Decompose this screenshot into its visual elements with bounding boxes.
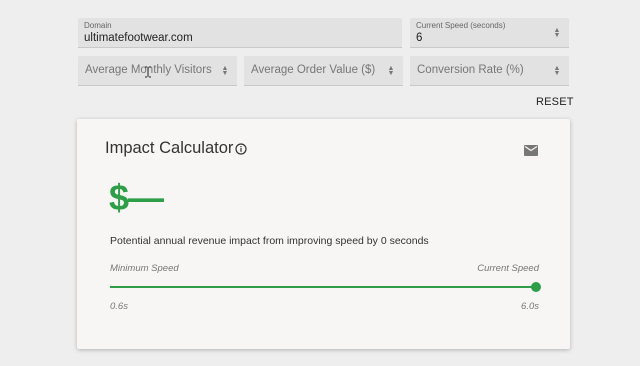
conversion-rate-field[interactable]: Conversion Rate (%) ▲ ▼	[410, 56, 569, 86]
order-value-field[interactable]: Average Order Value ($) ▲ ▼	[244, 56, 403, 86]
reset-button[interactable]: RESET	[536, 96, 574, 108]
domain-label: Domain	[84, 21, 112, 30]
current-speed-label: Current Speed (seconds)	[416, 21, 506, 30]
domain-value[interactable]: ultimatefootwear.com	[84, 32, 193, 44]
minimum-speed-label: Minimum Speed	[110, 263, 179, 274]
order-value-placeholder: Average Order Value ($)	[251, 64, 376, 76]
monthly-visitors-field[interactable]: Average Monthly Visitors ▲ ▼	[78, 56, 237, 86]
impact-calculator-card: Impact Calculator $— Potential annual re…	[77, 119, 570, 349]
spinner-arrows-icon[interactable]: ▲ ▼	[553, 65, 561, 77]
speed-slider-thumb[interactable]	[531, 282, 541, 292]
slider-max-value: 6.0s	[521, 301, 539, 312]
revenue-impact-value: $—	[109, 177, 164, 218]
conversion-rate-placeholder: Conversion Rate (%)	[417, 64, 524, 76]
spinner-arrows-icon[interactable]: ▲ ▼	[221, 65, 229, 77]
current-speed-value[interactable]: 6	[416, 32, 422, 44]
text-cursor-icon	[145, 66, 151, 78]
info-icon[interactable]	[235, 143, 247, 155]
domain-field[interactable]: Domain ultimatefootwear.com	[78, 18, 402, 48]
slider-min-value: 0.6s	[110, 301, 128, 312]
card-title: Impact Calculator	[105, 139, 234, 157]
speed-slider-track[interactable]	[110, 286, 537, 288]
spinner-arrows-icon[interactable]: ▲ ▼	[387, 65, 395, 77]
spinner-arrows-icon[interactable]: ▲ ▼	[553, 27, 561, 39]
current-speed-slider-label: Current Speed	[477, 263, 539, 274]
mail-icon[interactable]	[524, 145, 538, 156]
impact-description: Potential annual revenue impact from imp…	[110, 235, 429, 247]
current-speed-field[interactable]: Current Speed (seconds) 6 ▲ ▼	[410, 18, 569, 48]
